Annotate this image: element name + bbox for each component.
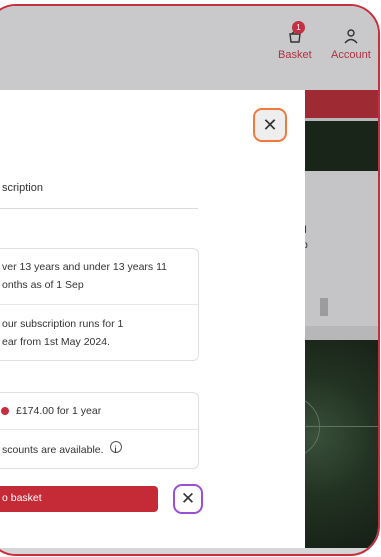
price-radio[interactable] (1, 407, 9, 415)
discount-text: scounts are available. (2, 444, 104, 456)
pricing-box: £174.00 for 1 year scounts are available… (0, 392, 199, 469)
subscription-tab[interactable]: scription (0, 176, 198, 209)
term-row: our subscription runs for 1 ear from 1st… (0, 305, 198, 360)
pitch-image-top (298, 121, 378, 171)
subscription-modal: ✕ scription ver 13 years and under 13 ye… (0, 90, 305, 548)
basket-label: Basket (278, 49, 312, 61)
age-line-2: onths as of 1 Sep (2, 279, 84, 291)
add-to-basket-button[interactable]: o basket (0, 486, 158, 512)
site-header: 1 Basket Account (0, 6, 378, 90)
modal-close-button[interactable]: ✕ (253, 108, 287, 142)
basket-count-badge: 1 (292, 21, 305, 34)
background-footer-strip (0, 548, 378, 554)
eligibility-box: ver 13 years and under 13 years 11 onths… (0, 248, 199, 361)
user-icon (344, 29, 358, 44)
account-label: Account (331, 49, 371, 61)
basket-link[interactable]: 1 Basket (278, 21, 312, 61)
discount-row: scounts are available. i (0, 430, 198, 468)
background-card-button (320, 298, 328, 316)
close-icon-button[interactable]: ✕ (173, 484, 203, 514)
screenshot-stage: 1 Basket Account and Sep (0, 0, 381, 557)
age-requirement-row: ver 13 years and under 13 years 11 onths… (0, 249, 198, 305)
age-line-1: ver 13 years and under 13 years 11 (2, 261, 167, 273)
price-option-label: £174.00 for 1 year (16, 405, 102, 417)
device-frame: 1 Basket Account and Sep (0, 4, 380, 556)
price-option[interactable]: £174.00 for 1 year (0, 393, 198, 430)
subscription-tab-label: scription (2, 182, 43, 194)
add-to-basket-label: o basket (2, 492, 42, 504)
term-line-2: ear from 1st May 2024. (2, 336, 110, 348)
account-link[interactable]: Account (331, 28, 371, 61)
info-icon[interactable]: i (109, 441, 122, 456)
term-line-1: our subscription runs for 1 (2, 318, 124, 330)
